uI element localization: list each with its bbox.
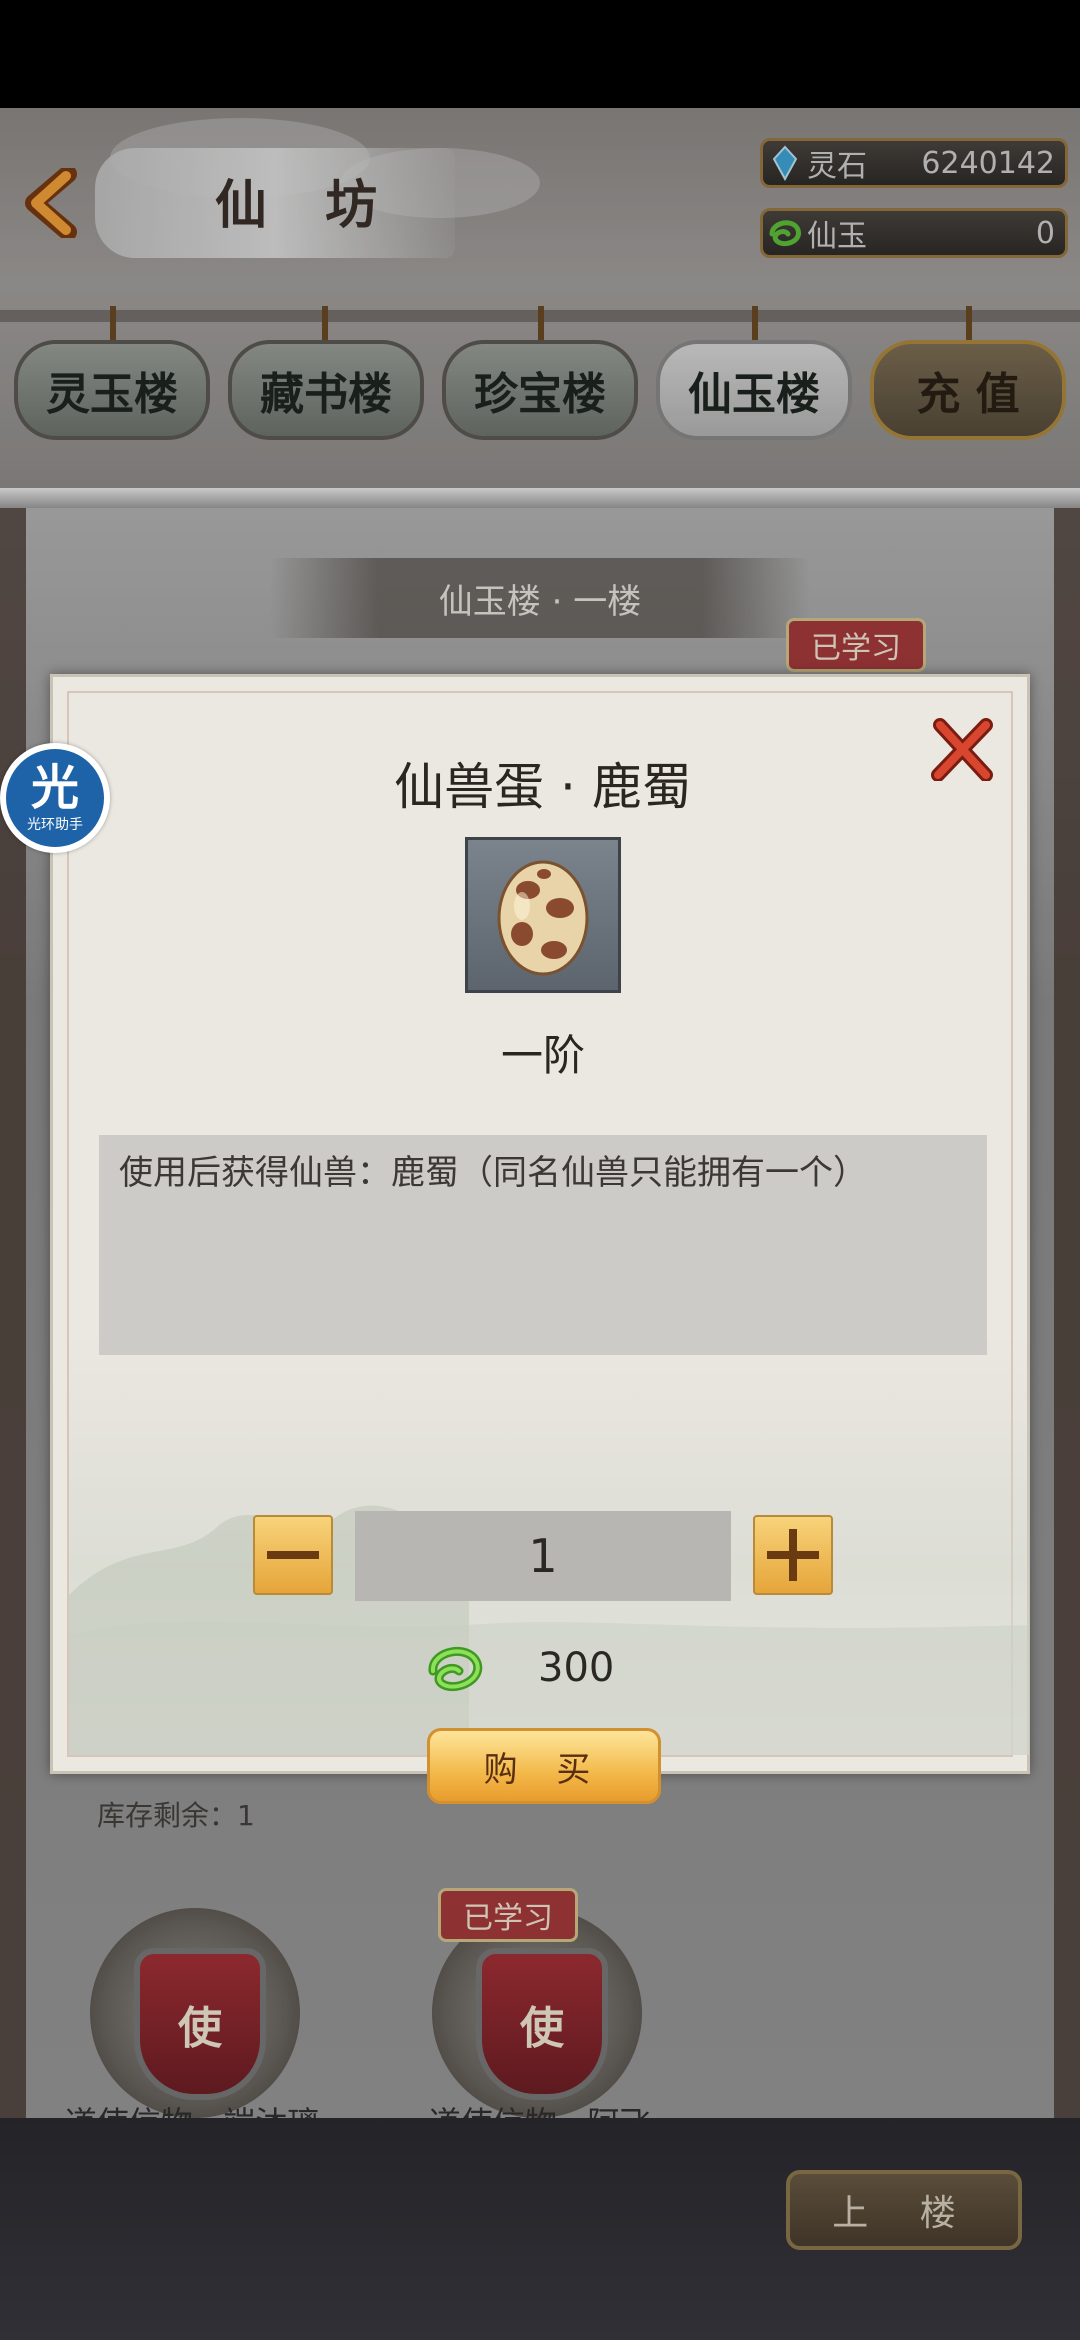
decrease-quantity-button[interactable]	[253, 1515, 333, 1595]
spotted-egg-icon	[497, 860, 589, 976]
immortal-jade-icon	[425, 1641, 485, 1701]
quantity-input[interactable]: 1	[355, 1511, 731, 1601]
item-description: 使用后获得仙兽：鹿蜀（同名仙兽只能拥有一个）	[119, 1153, 867, 1193]
item-title: 仙兽蛋 · 鹿蜀	[394, 758, 692, 816]
assistant-logo-char: 光	[30, 760, 79, 816]
game-screen: 仙 坊 灵石 6240142 仙玉 0 灵玉楼 藏书楼 珍宝楼 仙玉楼 充 值	[0, 108, 1080, 2340]
buy-button[interactable]: 购 买	[427, 1728, 661, 1804]
item-price: 300	[538, 1645, 615, 1691]
assistant-badge: 光 光环助手	[6, 749, 104, 847]
description-box: 使用后获得仙兽：鹿蜀（同名仙兽只能拥有一个）	[99, 1135, 987, 1355]
item-purchase-dialog: 仙兽蛋 · 鹿蜀 一阶 使用后获得仙兽：鹿蜀（同名仙兽只能拥有一个） 1 300…	[50, 674, 1030, 1832]
minus-icon	[267, 1551, 319, 1559]
item-tier: 一阶	[500, 1031, 585, 1080]
assistant-label: 光环助手	[27, 814, 83, 834]
status-bar	[0, 0, 1080, 108]
stock-remaining: 库存剩余：1	[97, 1799, 255, 1832]
floating-assistant-button[interactable]: 光 光环助手	[0, 743, 110, 853]
item-icon-frame	[465, 837, 621, 993]
increase-quantity-button[interactable]	[753, 1515, 833, 1595]
plus-icon	[767, 1529, 819, 1581]
